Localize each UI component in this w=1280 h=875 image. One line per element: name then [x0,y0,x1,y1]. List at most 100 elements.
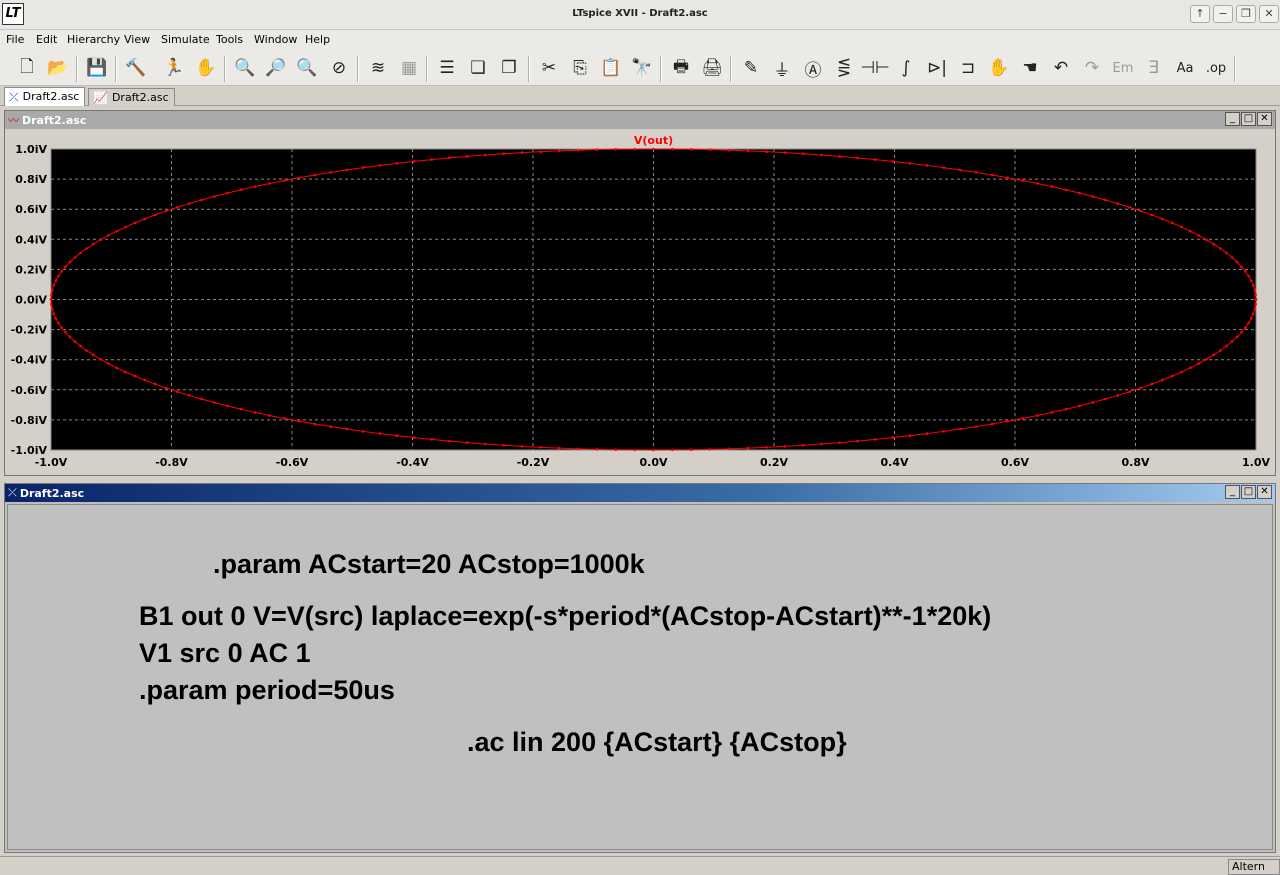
open-icon[interactable]: 📂 [45,55,71,81]
capacitor-icon[interactable]: ⊣⊢ [860,55,890,81]
schematic-close-button[interactable]: ✕ [1257,485,1272,499]
waveform-window[interactable]: 〰 Draft2.asc _ □ ✕ -1.0V -0.8V -0.6V -0.4V -… [4,110,1276,476]
data-point [1036,414,1039,417]
data-point [502,444,506,447]
schematic-maximize-button[interactable]: □ [1241,485,1256,499]
mirror-icon[interactable]: Ǝ [1141,55,1167,81]
data-point [188,394,191,397]
data-point [239,188,243,192]
data-point [57,321,60,325]
menu-view[interactable]: View [124,33,150,46]
autorange-icon[interactable]: ≋ [365,55,391,81]
cascade-icon[interactable]: ❏ [465,55,491,81]
data-point [502,152,506,155]
ground-icon[interactable]: ⏚ [769,55,795,81]
cut-icon[interactable]: ✂ [536,55,562,81]
component-icon[interactable]: ⊐ [955,55,981,81]
app-menu-button[interactable]: ↑ [1190,5,1210,23]
spice-directive[interactable]: .param ACstart=20 ACstop=1000k [213,549,645,580]
schematic-window[interactable]: ⤫ Draft2.asc _ □ ✕ .param ACstart=20 ACs… [4,483,1276,853]
data-point [200,198,203,202]
data-point [395,434,399,438]
save-icon[interactable]: 💾 [84,55,110,81]
zoom-fit-icon[interactable]: ⊘ [326,55,352,81]
spice-directive[interactable]: V1 src 0 AC 1 [139,638,311,669]
data-point [1205,238,1208,241]
data-point [652,147,655,151]
schematic-window-titlebar[interactable]: ⤫ Draft2.asc _ □ ✕ [5,484,1275,502]
data-point [1249,279,1253,282]
spice-directive[interactable]: B1 out 0 V=V(src) laplace=exp(-s*period*… [139,601,991,632]
undo-icon[interactable]: ↶ [1048,55,1074,81]
data-point [1254,302,1257,306]
data-point [1021,417,1025,420]
paste-icon[interactable]: 📋 [598,55,624,81]
redo-icon[interactable]: ↷ [1079,55,1105,81]
trace-label: V(out) [634,134,673,147]
spice-directive[interactable]: .ac lin 200 {ACstart} {ACstop} [467,727,847,758]
x-tick-label: 0.0V [640,456,668,469]
label-net-icon[interactable]: Ⓐ [800,55,826,81]
menu-help[interactable]: Help [305,33,330,46]
waveform-tab-icon: 📈 [93,90,108,105]
tab-schematic[interactable]: ⤫ Draft2.asc [4,87,86,106]
plot-settings-icon[interactable]: ▦ [396,55,422,81]
spice-directive[interactable]: .param period=50us [139,675,395,706]
waveform-maximize-button[interactable]: □ [1241,112,1256,126]
data-point [378,432,382,435]
run-icon[interactable]: 🏃 [161,55,187,81]
menu-tools[interactable]: Tools [216,33,243,46]
data-point [1235,335,1239,339]
data-point [891,160,895,163]
data-point [143,217,147,221]
tile-vertical-icon[interactable]: ❐ [496,55,522,81]
drag-icon[interactable]: ☚ [1017,55,1043,81]
minimize-button[interactable]: − [1213,5,1233,23]
data-point [50,293,53,297]
menu-edit[interactable]: Edit [36,33,57,46]
wire-icon[interactable]: ✎ [738,55,764,81]
spice-directive-icon[interactable]: .op [1203,55,1229,81]
status-text: Altern [1228,859,1280,875]
data-point [345,168,349,172]
waveform-close-button[interactable]: ✕ [1257,112,1272,126]
new-schematic-icon[interactable]: 🗋 [14,55,40,81]
menu-hierarchy[interactable]: Hierarchy [67,33,120,46]
inductor-icon[interactable]: ∫ [893,55,919,81]
tab-waveform[interactable]: 📈 Draft2.asc [88,88,175,106]
zoom-out-icon[interactable]: 🔍 [294,55,320,81]
schematic-window-title: Draft2.asc [19,486,85,500]
zoom-in-icon[interactable]: 🔍 [232,55,258,81]
data-point [239,407,243,411]
maximize-button[interactable]: ❐ [1236,5,1256,23]
menu-file[interactable]: File [6,33,24,46]
print-icon[interactable]: 🖨 [699,55,725,81]
copy-icon[interactable]: ⎘ [567,55,593,81]
data-point [395,162,399,165]
waveform-window-titlebar[interactable]: 〰 Draft2.asc _ □ ✕ [5,111,1275,129]
print-preview-icon[interactable]: 🖶 [668,55,694,81]
tile-horizontal-icon[interactable]: ☰ [434,55,460,81]
diode-icon[interactable]: ⊳| [924,55,950,81]
menu-window[interactable]: Window [254,33,297,46]
resistor-icon[interactable]: ⋚ [831,55,857,81]
menu-simulate[interactable]: Simulate [161,33,210,46]
waveform-plot[interactable]: -1.0V -0.8V -0.6V -0.4V -0.2V 0.0V 0.2V 0.4V 0.6… [5,130,1275,475]
waveform-minimize-button[interactable]: _ [1225,112,1240,126]
data-point [1180,225,1183,229]
text-icon[interactable]: Aa [1172,55,1198,81]
data-point [79,251,82,255]
data-point [345,427,349,431]
schematic-minimize-button[interactable]: _ [1225,485,1240,499]
data-point [1091,195,1094,198]
halt-icon[interactable]: ✋ [193,55,219,81]
find-icon[interactable]: 🔭 [629,55,655,81]
data-point [975,425,978,428]
zoom-pan-icon[interactable]: 🔎 [263,55,289,81]
data-point [908,434,912,438]
schematic-canvas[interactable]: .param ACstart=20 ACstop=1000k B1 out 0 … [7,504,1273,850]
move-icon[interactable]: ✋ [986,55,1012,81]
close-button[interactable]: ✕ [1259,5,1279,23]
control-panel-icon[interactable]: 🔨 [123,55,149,81]
rotate-icon[interactable]: Em [1110,55,1136,81]
